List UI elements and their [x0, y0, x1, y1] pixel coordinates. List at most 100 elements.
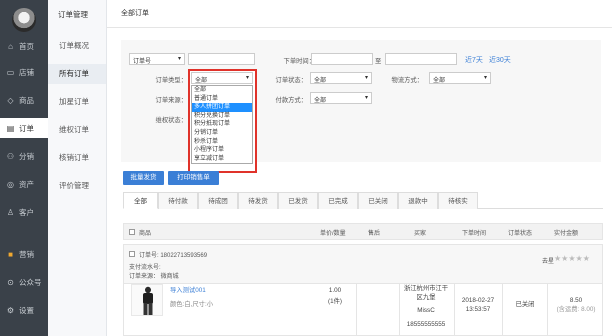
subnav-title: 订单管理 [58, 10, 88, 19]
sidebar-item-settings[interactable]: ⚙ 设置 [0, 300, 48, 320]
option-group-buy[interactable]: 多人拼团订单 [192, 103, 252, 112]
tab-closed[interactable]: 已关闭 [358, 192, 398, 209]
paid-amount: 8.50 [569, 297, 583, 304]
sidebar-item-store[interactable]: ▭ 店铺 [0, 62, 48, 82]
distribution-icon: ⚇ [6, 151, 15, 161]
sidebar-item-distribution[interactable]: ⚇ 分销 [0, 146, 48, 166]
star-rating-icon[interactable]: ★★★★★ [554, 254, 590, 263]
avatar[interactable] [12, 8, 36, 32]
option-points-exchange[interactable]: 积分兑换订单 [192, 112, 252, 121]
order-status-select[interactable]: 全部 ▾ [310, 72, 372, 84]
subnav-item-rights[interactable]: 维权订单 [48, 120, 106, 140]
tab-pending-payment[interactable]: 待付款 [158, 192, 198, 209]
order-no-select-value: 订单号 [133, 59, 152, 65]
order-type-options: 全部 普通订单 多人拼团订单 积分兑换订单 积分抵现订单 分销订单 秒杀订单 小… [191, 85, 253, 165]
customer-icon: ♙ [6, 207, 15, 217]
subnav-item-verification[interactable]: 核销订单 [48, 148, 106, 168]
order-status-label: 订单状态： [275, 77, 307, 84]
col-product: 商品 [139, 231, 152, 237]
caret-down-icon: ▾ [177, 56, 181, 62]
sidebar-item-label: 商品 [19, 95, 34, 105]
start-date-input[interactable] [311, 53, 373, 65]
payment-value: 全部 [314, 98, 327, 104]
order-checkbox[interactable] [129, 251, 135, 257]
sidebar-item-home[interactable]: ⌂ 首页 [0, 36, 48, 56]
sidebar-item-wechat[interactable]: ⊙ 公众号 [0, 272, 48, 292]
col-order-status: 订单状态 [508, 231, 533, 237]
cell-divider [399, 284, 400, 336]
option-points-deduct[interactable]: 积分抵现订单 [192, 120, 252, 129]
tab-pending-ship[interactable]: 待发货 [238, 192, 278, 209]
product-thumbnail[interactable] [131, 284, 163, 316]
batch-ship-button[interactable]: 批量发货 [123, 171, 164, 185]
tab-to-verify[interactable]: 待核实 [438, 192, 478, 209]
order-header: 订单号: 18022713593569 支付流水号: 订单来源： 微商城 去星 … [123, 244, 603, 284]
col-after-sale: 售后 [368, 231, 381, 237]
sidebar-item-assets[interactable]: ◎ 资产 [0, 174, 48, 194]
tab-refunding[interactable]: 退款中 [398, 192, 438, 209]
subnav-item-starred[interactable]: 加星订单 [48, 92, 106, 112]
rights-status-label: 维权状态： [155, 117, 187, 124]
sidebar-item-orders[interactable]: ▤ 订单 [0, 118, 48, 138]
table-row: 导入测试001 颜色:白,尺寸:小 1.00 (1件) 浙江杭州市江干 区九堡 … [123, 284, 603, 336]
print-sales-button[interactable]: 打印销售单 [168, 171, 219, 185]
quantity: (1件) [328, 298, 342, 305]
buyer-address-line1: 浙江杭州市江干 [403, 285, 449, 292]
sidebar-item-label: 设置 [19, 305, 34, 315]
assets-icon: ◎ [7, 179, 14, 189]
option-flash-sale[interactable]: 秒杀订单 [192, 138, 252, 147]
to-label: 至 [375, 58, 382, 65]
order-no-input[interactable] [188, 53, 255, 65]
sidebar-item-label: 公众号 [19, 277, 42, 287]
product-name-link[interactable]: 导入测试001 [170, 286, 206, 295]
caret-down-icon: ▾ [245, 75, 249, 81]
order-status-value: 全部 [314, 78, 327, 84]
logistics-select[interactable]: 全部 ▾ [429, 72, 491, 84]
sidebar-item-label: 分销 [19, 151, 34, 161]
option-distribution[interactable]: 分销订单 [192, 129, 252, 138]
option-mini-program[interactable]: 小程序订单 [192, 146, 252, 155]
tab-all-orders[interactable]: 全部订单 [121, 8, 149, 18]
buyer-address-line2: 区九堡 [416, 294, 436, 301]
subnav-item-overview[interactable]: 订单概况 [48, 36, 106, 56]
tab-all[interactable]: 全部 [123, 192, 158, 209]
logistics-value: 全部 [433, 78, 446, 84]
tab-completed[interactable]: 已完成 [318, 192, 358, 209]
select-all-checkbox[interactable] [129, 229, 135, 235]
cell-divider [356, 284, 357, 336]
order-icon: ▤ [6, 123, 15, 133]
sidebar-item-label: 首页 [19, 41, 34, 51]
last-30-days-link[interactable]: 近30天 [489, 55, 511, 65]
option-share-discount[interactable]: 享立减订单 [192, 155, 252, 164]
last-7-days-link[interactable]: 近7天 [465, 55, 483, 65]
sidebar-item-marketing[interactable]: ■ 营销 [0, 244, 48, 264]
product-spec: 颜色:白,尺寸:小 [170, 301, 214, 308]
col-buyer: 买家 [414, 231, 427, 237]
sidebar-item-label: 店铺 [19, 67, 34, 77]
sidebar-item-products[interactable]: ◇ 商品 [0, 90, 48, 110]
end-date-input[interactable] [385, 53, 457, 65]
payment-select[interactable]: 全部 ▾ [310, 92, 372, 104]
order-status-tabs: 全部 待付款 待成团 待发货 已发货 已完成 已关闭 退款中 待核实 [123, 192, 603, 209]
buyer-phone: 18555555555 [406, 321, 446, 328]
caret-down-icon: ▾ [364, 75, 368, 81]
unstar-link[interactable]: 去星 [542, 256, 554, 265]
subnav-item-reviews[interactable]: 评价管理 [48, 176, 106, 196]
main-content: 全部订单 订单号 ▾ 下单时间： 至 近7天 近30天 订单类型： 订单来源： 维… [107, 0, 612, 336]
col-price-qty: 单价/数量 [320, 231, 346, 237]
order-time-label: 下单时间： [283, 58, 315, 65]
store-icon: ▭ [6, 67, 15, 77]
caret-down-icon: ▾ [364, 95, 368, 101]
col-paid-amount: 实付金额 [554, 231, 579, 237]
sidebar-item-customers[interactable]: ♙ 客户 [0, 202, 48, 222]
product-image [143, 286, 153, 315]
tab-shipped[interactable]: 已发货 [278, 192, 318, 209]
subnav-item-all-orders[interactable]: 所有订单 [48, 64, 106, 84]
option-all[interactable]: 全部 [192, 86, 252, 95]
order-source-label: 订单来源： [155, 97, 187, 104]
tab-pending-group[interactable]: 待成团 [198, 192, 238, 209]
order-no-select[interactable]: 订单号 ▾ [129, 53, 185, 65]
option-normal[interactable]: 普通订单 [192, 95, 252, 104]
page-tabbar: 全部订单 [107, 0, 612, 28]
order-type-select[interactable]: 全部 ▾ [191, 72, 253, 84]
